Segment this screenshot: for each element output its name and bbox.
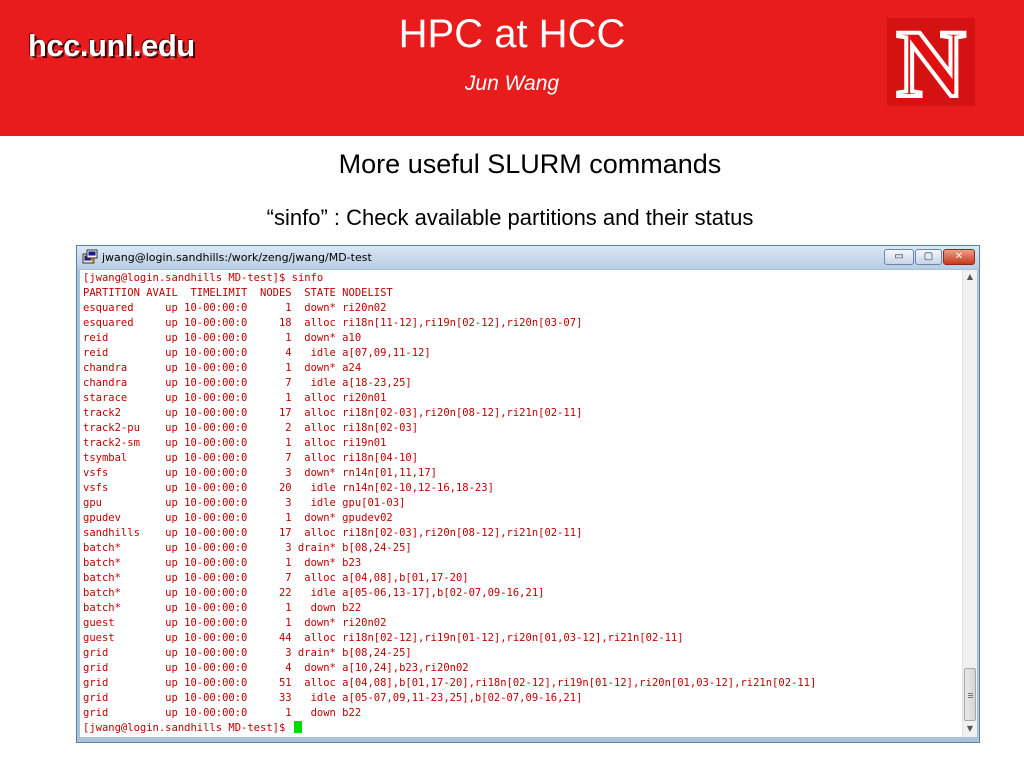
slide-caption: “sinfo” : Check available partitions and…: [266, 205, 754, 230]
table-row: gpu up 10-00:00:0 3 idle gpu[01-03]: [83, 497, 406, 509]
table-row: chandra up 10-00:00:0 7 idle a[18-23,25]: [83, 377, 412, 389]
scroll-up-arrow-icon[interactable]: ▲: [963, 270, 977, 284]
logo-letter: N: [896, 14, 965, 110]
table-row: grid up 10-00:00:0 33 idle a[05-07,09,11…: [83, 692, 583, 704]
table-row: grid up 10-00:00:0 4 down* a[10,24],b23,…: [83, 662, 469, 674]
minimize-button[interactable]: ▭: [884, 249, 914, 265]
table-row: track2-sm up 10-00:00:0 1 alloc ri19n01: [83, 437, 387, 449]
table-row: guest up 10-00:00:0 44 alloc ri18n[02-12…: [83, 632, 684, 644]
window-titlebar[interactable]: jwang@login.sandhills:/work/zeng/jwang/M…: [77, 246, 979, 269]
close-button[interactable]: ✕: [943, 249, 975, 265]
table-row: batch* up 10-00:00:0 3 drain* b[08,24-25…: [83, 542, 412, 554]
prompt: [jwang@login.sandhills MD-test]$: [83, 722, 292, 734]
slide-header: hcc.unl.edu hcc.unl.edu HPC at HCC Jun W…: [0, 0, 1024, 136]
table-row: batch* up 10-00:00:0 22 idle a[05-06,13-…: [83, 587, 545, 599]
table-row: track2 up 10-00:00:0 17 alloc ri18n[02-0…: [83, 407, 583, 419]
window-title: jwang@login.sandhills:/work/zeng/jwang/M…: [102, 251, 372, 264]
table-row: sandhills up 10-00:00:0 17 alloc ri18n[0…: [83, 527, 583, 539]
table-row: track2-pu up 10-00:00:0 2 alloc ri18n[02…: [83, 422, 419, 434]
putty-terminal-icon[interactable]: [82, 249, 98, 265]
table-row: grid up 10-00:00:0 3 drain* b[08,24-25]: [83, 647, 412, 659]
table-row: batch* up 10-00:00:0 7 alloc a[04,08],b[…: [83, 572, 469, 584]
table-row: vsfs up 10-00:00:0 3 down* rn14n[01,11,1…: [83, 467, 438, 479]
command-line: [jwang@login.sandhills MD-test]$ sinfo: [83, 271, 323, 286]
table-row: tsymbal up 10-00:00:0 7 alloc ri18n[04-1…: [83, 452, 419, 464]
table-row: reid up 10-00:00:0 4 idle a[07,09,11-12]: [83, 347, 431, 359]
table-row: grid up 10-00:00:0 1 down b22: [83, 707, 362, 719]
scrollbar-thumb[interactable]: [964, 668, 976, 721]
table-row: grid up 10-00:00:0 51 alloc a[04,08],b[0…: [83, 677, 817, 689]
command-text: sinfo: [291, 272, 324, 284]
slide-author: Jun Wang: [464, 72, 560, 95]
command-line[interactable]: [jwang@login.sandhills MD-test]$: [83, 721, 302, 736]
table-row: chandra up 10-00:00:0 1 down* a24: [83, 362, 362, 374]
prompt: [jwang@login.sandhills MD-test]$: [83, 272, 292, 284]
scroll-down-arrow-icon[interactable]: ▼: [963, 722, 977, 736]
table-row: starace up 10-00:00:0 1 alloc ri20n01: [83, 392, 387, 404]
section-heading: More useful SLURM commands: [338, 149, 722, 179]
text-cursor: [293, 721, 302, 733]
terminal-window: jwang@login.sandhills:/work/zeng/jwang/M…: [76, 245, 980, 743]
table-row: reid up 10-00:00:0 1 down* a10: [83, 332, 362, 344]
maximize-button[interactable]: ▢: [915, 249, 942, 265]
table-row: esquared up 10-00:00:0 18 alloc ri18n[11…: [83, 317, 583, 329]
university-n-logo-icon: N: [887, 14, 975, 110]
slide-title: HPC at HCC: [398, 12, 626, 56]
table-row: batch* up 10-00:00:0 1 down* b23: [83, 557, 362, 569]
table-row: batch* up 10-00:00:0 1 down b22: [83, 602, 362, 614]
table-header-row: PARTITION AVAIL TIMELIMIT NODES STATE NO…: [83, 287, 393, 299]
table-row: guest up 10-00:00:0 1 down* ri20n02: [83, 617, 387, 629]
terminal-output[interactable]: [jwang@login.sandhills MD-test]$ sinfo P…: [80, 270, 962, 737]
table-row: gpudev up 10-00:00:0 1 down* gpudev02: [83, 512, 393, 524]
vertical-scrollbar[interactable]: ▲ ▼: [962, 270, 977, 737]
grip-icon: [968, 693, 973, 694]
table-row: vsfs up 10-00:00:0 20 idle rn14n[02-10,1…: [83, 482, 494, 494]
table-row: esquared up 10-00:00:0 1 down* ri20n02: [83, 302, 387, 314]
